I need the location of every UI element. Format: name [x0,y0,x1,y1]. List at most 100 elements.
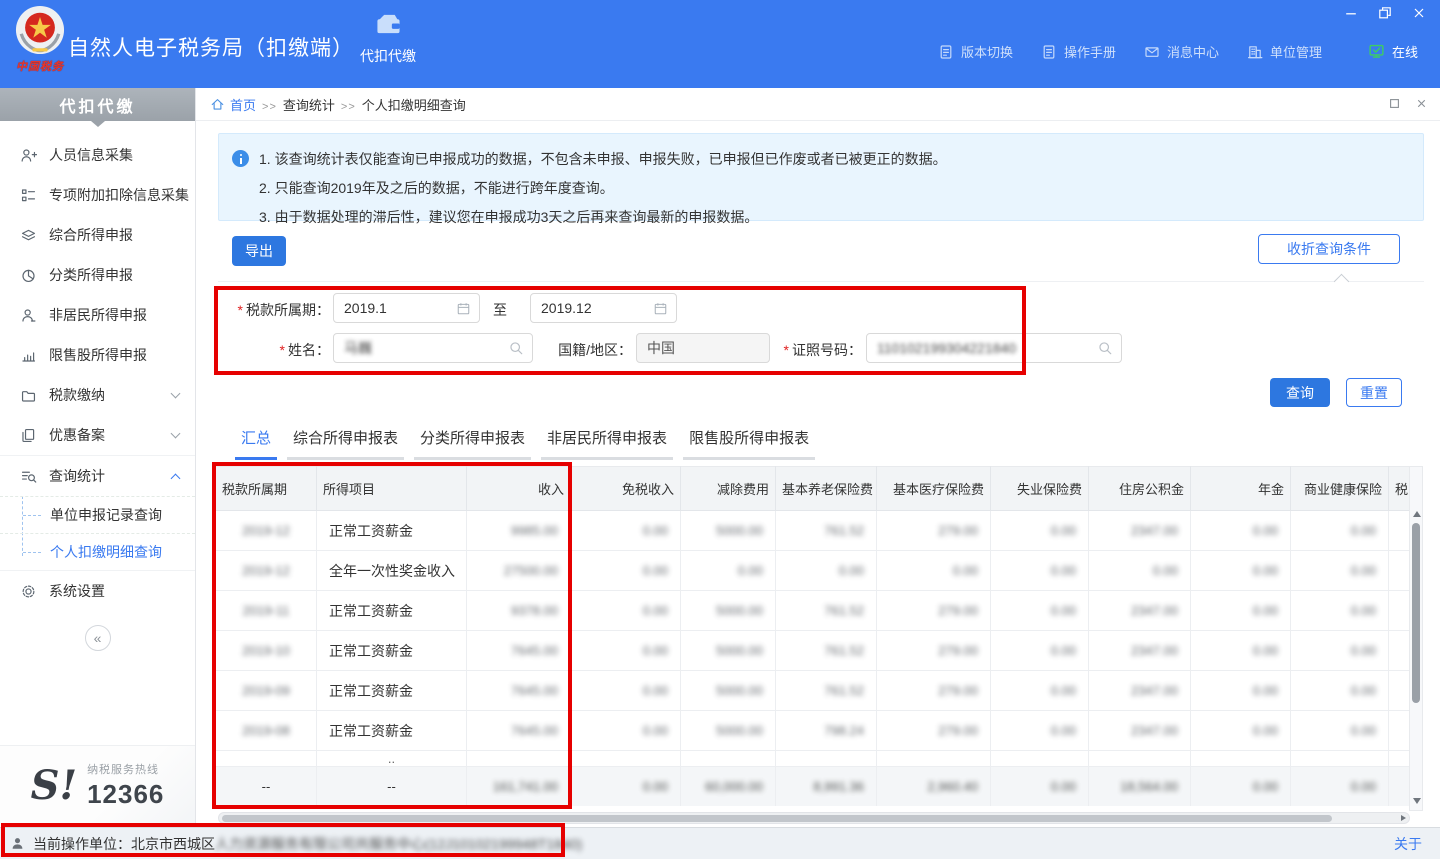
gear-icon [20,583,37,600]
about-link[interactable]: 关于 [1394,834,1422,854]
horizontal-scrollbar[interactable] [218,812,1410,824]
tab-item[interactable]: 综合所得申报表 [287,427,404,460]
sidebar-collapse-button[interactable]: « [85,625,111,651]
value-cell: 27500.00 [467,551,571,591]
sidebar-item[interactable]: 分类所得申报 [0,255,195,295]
table-row[interactable]: 2019-12全年一次性奖金收入27500.000.000.000.000.00… [216,551,1410,591]
export-button[interactable]: 导出 [232,236,286,266]
header-link[interactable]: 版本切换 [938,42,1013,61]
emblem-icon [15,5,65,55]
name-input[interactable]: 马巍 [333,333,533,363]
period-to-input[interactable]: 2019.12 [530,293,677,323]
breadcrumb-item: 个人扣缴明细查询 [362,98,466,113]
result-table-wrap: 税款所属期所得项目收入免税收入减除费用基本养老保险费基本医疗保险费失业保险费住房… [215,466,1409,806]
hotline-logo-icon: S! [31,766,77,806]
collapse-query-button[interactable]: 收折查询条件 [1258,234,1400,264]
summary-value: 60,000.00 [681,767,776,807]
sidebar-item[interactable]: 税款缴纳 [0,375,195,415]
value-cell: 2347.00 [1089,711,1191,751]
horizontal-scroll-thumb[interactable] [222,815,1332,822]
search-icon[interactable] [1097,340,1113,356]
form-list-icon [20,187,37,204]
scroll-down-icon[interactable] [1413,798,1421,804]
sidebar-item[interactable]: 系统设置 [0,571,195,611]
breadcrumb-home[interactable]: 首页 [210,95,256,114]
copy-icon [20,427,37,444]
value-cell: 7645.00 [467,631,571,671]
person-add-icon [20,147,37,164]
vertical-scroll-thumb[interactable] [1412,523,1420,703]
sidebar-subitem[interactable]: 个人扣缴明细查询 [0,533,195,570]
calendar-icon[interactable] [456,301,471,316]
reset-button[interactable]: 重置 [1346,378,1402,407]
sidebar-item[interactable]: 专项附加扣除信息采集 [0,175,195,215]
sidebar-subitem[interactable]: 单位申报记录查询 [0,496,195,533]
value-cell: 279.00 [877,591,991,631]
notice-line: 3. 由于数据处理的滞后性，建议您在申报成功3天之后再来查询最新的申报数据。 [259,205,947,229]
monitor-check-icon [1368,43,1385,60]
minimize-button[interactable] [1342,4,1360,22]
panel-close-icon[interactable] [1415,97,1428,110]
calendar-icon[interactable] [653,301,668,316]
summary-value: 18,564.00 [1089,767,1191,807]
breadcrumb-trail: >>查询统计>>个人扣缴明细查询 [262,95,472,114]
value-cell: 7645.00 [467,711,571,751]
scroll-right-icon[interactable] [1401,815,1406,821]
column-header: 商业健康保险 [1291,467,1389,511]
sidebar-submenu: 单位申报记录查询个人扣缴明细查询 [0,496,195,570]
column-header: 税 [1389,467,1410,511]
result-tabs: 汇总综合所得申报表分类所得申报表非居民所得申报表限售股所得申报表 [235,427,815,460]
scroll-up-icon[interactable] [1413,511,1421,517]
panel-maximize-icon[interactable] [1388,97,1401,110]
sidebar-item[interactable]: 非居民所得申报 [0,295,195,335]
sidebar-item[interactable]: 综合所得申报 [0,215,195,255]
table-row[interactable]: 2019-09正常工资薪金7645.000.005000.00761.52279… [216,671,1410,711]
current-unit-text: 当前操作单位：北京市西城区人力资源服务有限公司共服务中心(12J10102199… [33,834,582,854]
value-cell: 0.00 [571,591,681,631]
nation-input: 中国 [636,333,770,363]
vertical-scrollbar[interactable] [1409,466,1423,811]
id-label: *证照号码： [782,340,862,360]
table-row[interactable]: 2019-11正常工资薪金9378.000.005000.00761.52279… [216,591,1410,631]
value-cell: 2347.00 [1089,631,1191,671]
id-input[interactable]: 110102199304221840 [866,333,1122,363]
header-link[interactable]: 操作手册 [1041,42,1116,61]
tab-item[interactable]: 限售股所得申报表 [683,427,815,460]
chevron-down-icon [171,389,181,399]
table-row[interactable]: 2019-10正常工资薪金7645.000.005000.00761.52279… [216,631,1410,671]
table-header-row: 税款所属期所得项目收入免税收入减除费用基本养老保险费基本医疗保险费失业保险费住房… [216,467,1410,511]
hotline-block: S! 纳税服务热线 12366 [0,745,195,825]
query-button[interactable]: 查询 [1270,378,1330,407]
sidebar-item[interactable]: 查询统计 [0,456,195,496]
breadcrumb-separator: >> [262,101,277,113]
result-table: 税款所属期所得项目收入免税收入减除费用基本养老保险费基本医疗保险费失业保险费住房… [215,466,1409,806]
partial-cell [991,751,1089,767]
truncated-cell [1389,631,1410,671]
sidebar-item[interactable]: 人员信息采集 [0,135,195,175]
truncated-cell [1389,591,1410,631]
breadcrumb-item[interactable]: 查询统计 [283,98,335,113]
to-word: 至 [490,300,510,320]
value-cell: 0.00 [991,711,1089,751]
partial-cell [776,751,877,767]
tab-item[interactable]: 分类所得申报表 [414,427,531,460]
tab-daikou-daijiao[interactable]: 代扣代缴 [346,12,430,66]
wallet-icon [373,12,403,37]
tab-item[interactable]: 非居民所得申报表 [541,427,673,460]
table-row[interactable]: 2019-12正常工资薪金9985.000.005000.00761.52279… [216,511,1410,551]
value-cell: 761.52 [776,591,877,631]
header-link[interactable]: 消息中心 [1144,42,1219,61]
value-cell: 2347.00 [1089,671,1191,711]
value-cell: 5000.00 [681,711,776,751]
restore-button[interactable] [1376,4,1394,22]
close-button[interactable] [1410,4,1428,22]
value-cell: 279.00 [877,511,991,551]
sidebar-item[interactable]: 限售股所得申报 [0,335,195,375]
search-icon[interactable] [508,340,524,356]
sidebar-item[interactable]: 优惠备案 [0,415,195,455]
period-from-input[interactable]: 2019.1 [333,293,480,323]
table-row[interactable]: 2019-08正常工资薪金7645.000.005000.00798.24279… [216,711,1410,751]
header-link[interactable]: 单位管理 [1247,42,1322,61]
trend-chart-icon [20,347,37,364]
tab-active[interactable]: 汇总 [235,427,277,460]
